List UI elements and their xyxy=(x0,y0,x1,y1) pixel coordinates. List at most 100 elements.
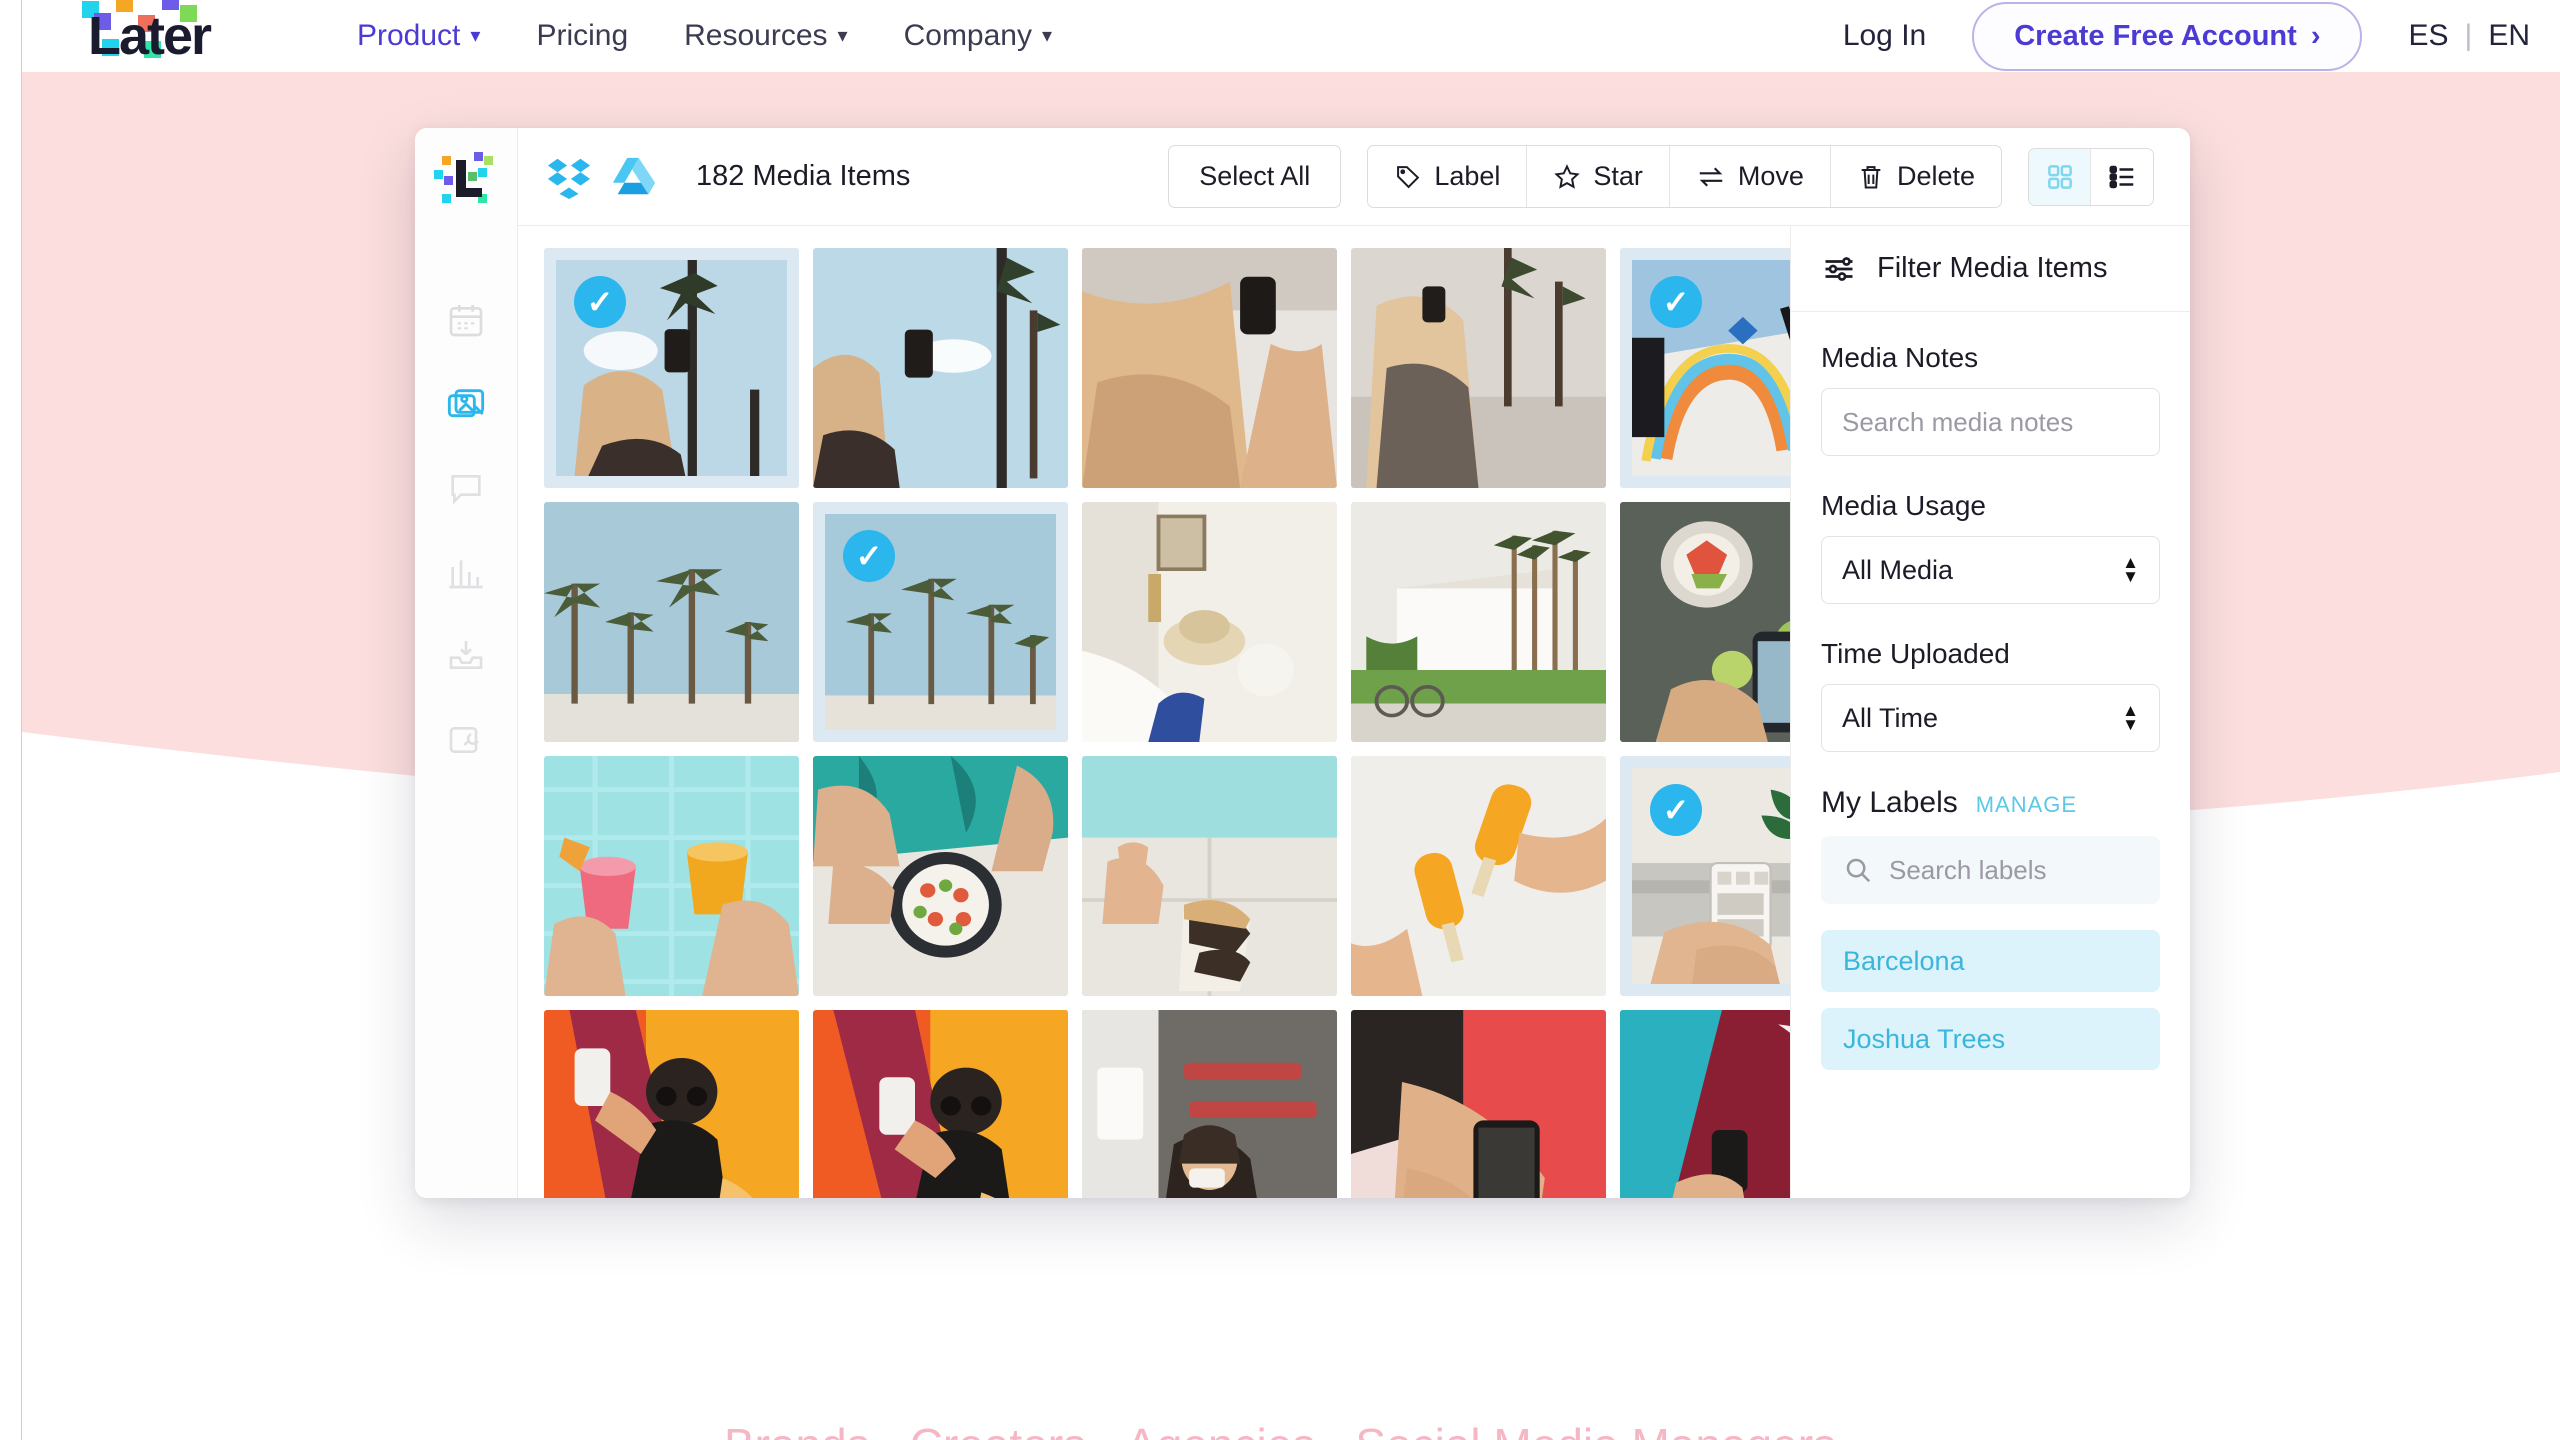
sidebar-item-linkinbio[interactable] xyxy=(442,716,490,764)
move-button-text: Move xyxy=(1737,161,1804,191)
media-thumbnail xyxy=(1351,248,1606,488)
media-item[interactable] xyxy=(1351,756,1606,996)
google-drive-icon[interactable] xyxy=(610,154,656,200)
select-all-button[interactable]: Select All xyxy=(1168,145,1342,208)
star-icon xyxy=(1554,163,1581,189)
site-logo[interactable]: Later xyxy=(82,0,293,65)
link-photo-icon xyxy=(449,727,479,753)
media-thumbnail xyxy=(813,248,1068,488)
sidebar-later-logo-icon[interactable] xyxy=(434,150,498,210)
media-toolbar: 182 Media Items Select All Label Star Mo… xyxy=(518,128,2190,226)
media-item[interactable] xyxy=(1620,1010,1790,1198)
media-item[interactable] xyxy=(1082,502,1337,742)
search-labels-input[interactable]: Search labels xyxy=(1821,836,2160,904)
app-screenshot-card: 182 Media Items Select All Label Star Mo… xyxy=(415,128,2190,1198)
media-item[interactable] xyxy=(544,1010,799,1198)
viewport-edge-strip xyxy=(0,0,22,1440)
app-main: 182 Media Items Select All Label Star Mo… xyxy=(518,128,2190,1198)
media-item[interactable] xyxy=(813,248,1068,488)
login-link[interactable]: Log In xyxy=(1843,19,1926,53)
media-item[interactable] xyxy=(1620,502,1790,742)
sidebar-item-collect[interactable] xyxy=(442,632,490,680)
create-free-account-button[interactable]: Create Free Account › xyxy=(1972,1,2363,71)
bulk-action-group: Label Star Move Delete xyxy=(1367,145,2002,208)
media-item[interactable]: ✓ xyxy=(544,248,799,488)
label-chip-barcelona[interactable]: Barcelona xyxy=(1821,930,2160,992)
media-item[interactable] xyxy=(1082,248,1337,488)
my-labels-header: My Labels MANAGE xyxy=(1821,786,2160,820)
chat-bubble-icon xyxy=(451,475,481,505)
grid-icon xyxy=(2047,164,2072,189)
manage-labels-link[interactable]: MANAGE xyxy=(1976,792,2077,818)
media-item[interactable] xyxy=(813,756,1068,996)
chevron-down-icon: ▾ xyxy=(837,25,848,47)
search-labels-placeholder: Search labels xyxy=(1889,854,2047,885)
media-thumbnail xyxy=(1082,502,1337,742)
footer-teaser-smm: Social Media Managers xyxy=(1355,1422,1836,1440)
media-grid-container: ✓ ✓ ✓ ✓ xyxy=(518,226,1790,1198)
dropbox-icon[interactable] xyxy=(546,154,592,200)
label-button[interactable]: Label xyxy=(1368,146,1528,207)
selected-check-icon: ✓ xyxy=(574,276,626,328)
my-labels-title: My Labels xyxy=(1821,786,1958,819)
sidebar-item-conversations[interactable] xyxy=(442,464,490,512)
time-uploaded-value: All Time xyxy=(1842,702,1939,733)
tag-icon xyxy=(1397,165,1420,188)
media-body: ✓ ✓ ✓ ✓ Filter Media Items Media Notes S… xyxy=(518,226,2190,1198)
filter-panel-body: Media Notes Media Usage All Media ▲▼ Tim… xyxy=(1791,312,2190,1086)
filter-panel-header: Filter Media Items xyxy=(1791,226,2190,312)
media-grid: ✓ ✓ ✓ ✓ xyxy=(544,248,1790,1198)
select-spinner-icon: ▲ ▼ xyxy=(2122,553,2139,586)
media-item[interactable] xyxy=(1351,502,1606,742)
select-spinner-icon: ▲ ▼ xyxy=(2122,701,2139,734)
chevron-down-icon: ▾ xyxy=(1042,25,1053,47)
media-thumbnail xyxy=(1620,502,1790,742)
star-button[interactable]: Star xyxy=(1527,146,1670,207)
move-button[interactable]: Move xyxy=(1669,146,1831,207)
page-root: Later Product ▾ Pricing Resources ▾ Comp… xyxy=(0,0,2560,1440)
grid-view-button[interactable] xyxy=(2029,148,2091,205)
lang-es[interactable]: ES xyxy=(2408,19,2448,53)
nav-item-resources[interactable]: Resources ▾ xyxy=(684,19,847,53)
media-item[interactable]: ✓ xyxy=(1620,248,1790,488)
sidebar-item-media[interactable] xyxy=(442,380,490,428)
nav-item-product[interactable]: Product ▾ xyxy=(357,19,480,53)
delete-button[interactable]: Delete xyxy=(1830,146,2001,207)
selected-check-icon: ✓ xyxy=(1650,784,1702,836)
media-item[interactable] xyxy=(1082,756,1337,996)
selected-check-icon: ✓ xyxy=(843,530,895,582)
footer-teaser-row: Brands Creators Agencies Social Media Ma… xyxy=(0,1422,2560,1440)
toolbar-actions: Select All Label Star Move Delete xyxy=(1168,145,2154,208)
media-usage-select[interactable]: All Media ▲ ▼ xyxy=(1821,536,2160,604)
move-arrows-icon xyxy=(1699,166,1723,187)
media-item[interactable] xyxy=(544,756,799,996)
cta-label: Create Free Account xyxy=(2014,19,2297,52)
lang-separator: | xyxy=(2464,19,2473,52)
inbox-download-icon xyxy=(449,641,483,669)
media-notes-input[interactable] xyxy=(1821,388,2160,456)
media-item[interactable] xyxy=(1351,248,1606,488)
media-item[interactable] xyxy=(1082,1010,1337,1198)
search-icon xyxy=(1846,858,1871,883)
time-uploaded-select[interactable]: All Time ▲ ▼ xyxy=(1821,684,2160,752)
media-item[interactable] xyxy=(544,502,799,742)
lang-en[interactable]: EN xyxy=(2488,19,2530,53)
selected-check-icon: ✓ xyxy=(1650,276,1702,328)
bar-chart-icon xyxy=(449,560,483,589)
nav-item-company[interactable]: Company ▾ xyxy=(904,19,1052,53)
time-uploaded-label: Time Uploaded xyxy=(1821,638,2010,669)
media-thumbnail xyxy=(813,1010,1068,1198)
media-item[interactable]: ✓ xyxy=(1620,756,1790,996)
media-thumbnail xyxy=(1351,502,1606,742)
media-item[interactable]: ✓ xyxy=(813,502,1068,742)
label-chip-joshua-trees[interactable]: Joshua Trees xyxy=(1821,1008,2160,1070)
media-item[interactable] xyxy=(1351,1010,1606,1198)
sidebar-item-analytics[interactable] xyxy=(442,548,490,596)
nav-item-pricing[interactable]: Pricing xyxy=(536,19,628,53)
language-switcher: ES | EN xyxy=(2408,19,2530,53)
list-view-button[interactable] xyxy=(2091,148,2153,205)
media-item[interactable] xyxy=(813,1010,1068,1198)
media-thumbnail xyxy=(1620,1010,1790,1198)
star-button-text: Star xyxy=(1593,161,1643,191)
sidebar-item-calendar[interactable] xyxy=(442,296,490,344)
